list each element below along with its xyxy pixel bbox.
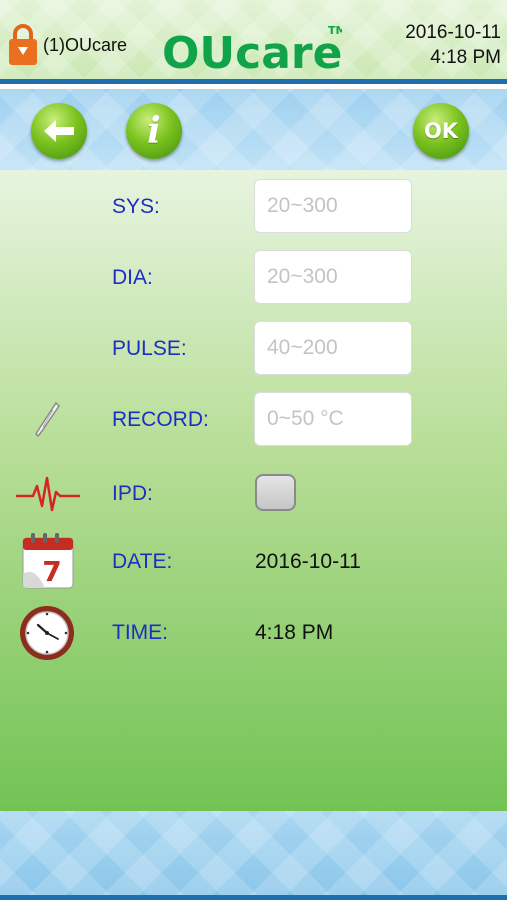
arrow-left-icon: [44, 120, 74, 142]
logo-text: OUcare: [162, 28, 342, 74]
pulse-field-box[interactable]: [254, 321, 412, 375]
trademark-mark: TM: [328, 24, 342, 37]
info-button[interactable]: i: [126, 103, 182, 159]
sys-row: SYS:: [0, 179, 507, 235]
oucare-logo: OUcare TM: [162, 24, 342, 74]
thermometer-icon: [35, 401, 60, 438]
ipd-checkbox[interactable]: [255, 474, 296, 511]
record-row: RECORD:: [0, 392, 507, 448]
lock-icon[interactable]: [8, 22, 38, 66]
dia-input[interactable]: [267, 265, 411, 289]
time-label: TIME:: [112, 621, 168, 644]
pulse-input[interactable]: [267, 336, 411, 360]
measurement-form: SYS: DIA: PULSE: RECORD: IPD:: [0, 170, 507, 811]
date-row: 7 DATE: 2016-10-11: [0, 532, 507, 590]
ok-label: OK: [423, 119, 459, 143]
app-footer: [0, 811, 507, 900]
sys-field-box[interactable]: [254, 179, 412, 233]
record-label: RECORD:: [112, 408, 209, 431]
header-date: 2016-10-11: [405, 22, 501, 43]
app-header: (1)OUcare OUcare TM 2016-10-11 4:18 PM: [0, 0, 507, 84]
dia-field-box[interactable]: [254, 250, 412, 304]
ok-button[interactable]: OK: [413, 103, 469, 159]
user-label[interactable]: (1)OUcare: [43, 35, 127, 56]
date-value[interactable]: 2016-10-11: [255, 550, 361, 574]
clock-icon[interactable]: [18, 604, 76, 662]
back-button[interactable]: [31, 103, 87, 159]
toolbar: i OK: [0, 89, 507, 170]
dia-row: DIA:: [0, 250, 507, 306]
heartbeat-icon: [16, 476, 80, 512]
header-time: 4:18 PM: [430, 47, 501, 68]
info-icon: i: [147, 110, 161, 152]
dia-label: DIA:: [112, 266, 153, 289]
time-row: TIME: 4:18 PM: [0, 605, 507, 661]
ipd-label: IPD:: [112, 482, 153, 505]
calendar-icon[interactable]: 7: [21, 532, 75, 590]
sys-input[interactable]: [267, 194, 411, 218]
record-field-box[interactable]: [254, 392, 412, 446]
sys-label: SYS:: [112, 195, 160, 218]
pulse-label: PULSE:: [112, 337, 187, 360]
record-input[interactable]: [267, 407, 411, 431]
pulse-row: PULSE:: [0, 321, 507, 377]
time-value[interactable]: 4:18 PM: [255, 621, 333, 645]
date-label: DATE:: [112, 550, 173, 573]
ipd-row: IPD:: [0, 470, 507, 526]
calendar-day: 7: [42, 555, 61, 588]
